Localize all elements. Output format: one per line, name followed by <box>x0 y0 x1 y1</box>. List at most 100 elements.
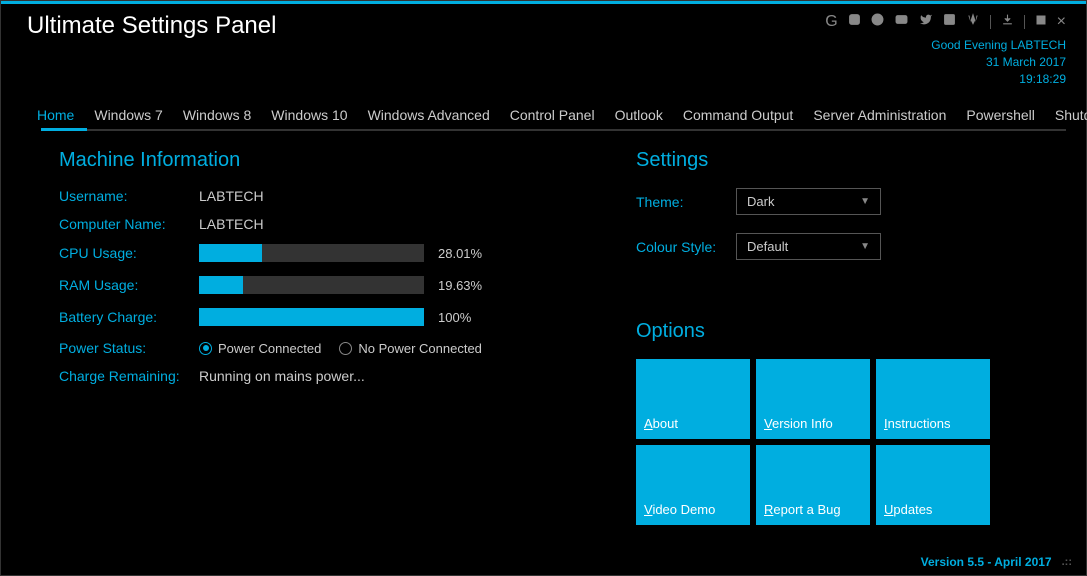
instagram-icon[interactable] <box>848 13 861 31</box>
ram-row: RAM Usage: 19.63% <box>59 276 596 294</box>
ram-fill <box>199 276 243 294</box>
tile-version-info[interactable]: Version Info <box>756 359 870 439</box>
tab-windows10[interactable]: Windows 10 <box>261 101 357 129</box>
options-title: Options <box>636 320 1056 343</box>
battery-bar <box>199 308 424 326</box>
tile-updates[interactable]: Updates <box>876 445 990 525</box>
power-label: Power Status: <box>59 340 199 356</box>
app-title: Ultimate Settings Panel <box>27 12 276 87</box>
radio-no-power[interactable]: No Power Connected <box>339 341 482 356</box>
charge-label: Charge Remaining: <box>59 368 199 384</box>
cpu-fill <box>199 244 262 262</box>
ram-bar <box>199 276 424 294</box>
resize-grip-icon[interactable]: .:: <box>1062 556 1072 568</box>
theme-dropdown[interactable]: Dark ▼ <box>736 188 881 215</box>
footer: Version 5.5 - April 2017 .:: <box>921 555 1072 569</box>
battery-label: Battery Charge: <box>59 309 199 325</box>
theme-label: Theme: <box>636 194 736 210</box>
tiles-grid: About Version Info Instructions Video De… <box>636 359 1056 525</box>
tab-rail <box>87 129 1066 131</box>
greeting-block: Good Evening LABTECH 31 March 2017 19:18… <box>931 37 1066 87</box>
tile-label: Instructions <box>884 416 951 431</box>
radio-circle-checked <box>199 342 212 355</box>
tile-video-demo[interactable]: Video Demo <box>636 445 750 525</box>
radio-label: No Power Connected <box>358 341 482 356</box>
active-tab-indicator <box>41 128 87 131</box>
date-text: 31 March 2017 <box>931 54 1066 71</box>
greeting-text: Good Evening LABTECH <box>931 37 1066 54</box>
tab-powershell[interactable]: Powershell <box>956 101 1044 129</box>
username-row: Username: LABTECH <box>59 188 596 204</box>
tab-windows8[interactable]: Windows 8 <box>173 101 261 129</box>
power-radio-group: Power Connected No Power Connected <box>199 341 482 356</box>
battery-pct: 100% <box>438 310 471 325</box>
header: Ultimate Settings Panel G × Good Evening… <box>1 4 1086 87</box>
colour-label: Colour Style: <box>636 239 736 255</box>
header-right: G × Good Evening LABTECH 31 March 2017 1… <box>825 12 1066 87</box>
youtube-icon[interactable] <box>894 13 909 31</box>
theme-row: Theme: Dark ▼ <box>636 188 1056 215</box>
tile-about[interactable]: About <box>636 359 750 439</box>
radio-power-connected[interactable]: Power Connected <box>199 341 321 356</box>
tab-control-panel[interactable]: Control Panel <box>500 101 605 129</box>
power-row: Power Status: Power Connected No Power C… <box>59 340 596 356</box>
ram-label: RAM Usage: <box>59 277 199 293</box>
tab-windows-advanced[interactable]: Windows Advanced <box>358 101 500 129</box>
tile-label: Report a Bug <box>764 502 841 517</box>
pinterest-icon[interactable] <box>871 13 884 31</box>
tile-instructions[interactable]: Instructions <box>876 359 990 439</box>
close-icon[interactable]: × <box>1057 13 1066 31</box>
computer-value: LABTECH <box>199 216 264 232</box>
tile-report-bug[interactable]: Report a Bug <box>756 445 870 525</box>
computer-row: Computer Name: LABTECH <box>59 216 596 232</box>
tab-bar: Home Windows 7 Windows 8 Windows 10 Wind… <box>27 101 1066 129</box>
settings-title: Settings <box>636 149 1056 172</box>
cpu-label: CPU Usage: <box>59 245 199 261</box>
divider <box>1024 15 1025 29</box>
tile-label: Video Demo <box>644 502 715 517</box>
version-text: Version 5.5 - April 2017 <box>921 555 1052 569</box>
username-value: LABTECH <box>199 188 264 204</box>
maximize-icon[interactable] <box>1035 13 1047 31</box>
colour-value: Default <box>747 239 788 254</box>
social-bar: G × <box>825 12 1066 31</box>
radio-circle <box>339 342 352 355</box>
tab-shutdown[interactable]: Shutdown O <box>1045 101 1087 129</box>
cpu-bar <box>199 244 424 262</box>
tab-server-admin[interactable]: Server Administration <box>803 101 956 129</box>
google-icon[interactable]: G <box>825 13 837 31</box>
wordpress-icon[interactable] <box>966 12 980 31</box>
tab-windows7[interactable]: Windows 7 <box>84 101 172 129</box>
ram-pct: 19.63% <box>438 278 482 293</box>
tile-label: Version Info <box>764 416 833 431</box>
app-window: Ultimate Settings Panel G × Good Evening… <box>0 0 1087 576</box>
divider <box>990 15 991 29</box>
cpu-pct: 28.01% <box>438 246 482 261</box>
chevron-down-icon: ▼ <box>860 196 870 207</box>
tile-label: Updates <box>884 502 932 517</box>
tab-home[interactable]: Home <box>27 101 84 129</box>
twitter-icon[interactable] <box>919 13 933 31</box>
tab-outlook[interactable]: Outlook <box>605 101 673 129</box>
theme-value: Dark <box>747 194 774 209</box>
chevron-down-icon: ▼ <box>860 241 870 252</box>
radio-dot <box>203 345 209 351</box>
username-label: Username: <box>59 188 199 204</box>
charge-row: Charge Remaining: Running on mains power… <box>59 368 596 384</box>
colour-dropdown[interactable]: Default ▼ <box>736 233 881 260</box>
download-icon[interactable] <box>1001 13 1014 31</box>
tile-label: About <box>644 416 678 431</box>
tab-command-output[interactable]: Command Output <box>673 101 804 129</box>
battery-row: Battery Charge: 100% <box>59 308 596 326</box>
radio-label: Power Connected <box>218 341 321 356</box>
cpu-row: CPU Usage: 28.01% <box>59 244 596 262</box>
time-text: 19:18:29 <box>931 71 1066 88</box>
right-panel: Settings Theme: Dark ▼ Colour Style: Def… <box>636 149 1056 525</box>
facebook-icon[interactable] <box>943 13 956 31</box>
left-panel: Machine Information Username: LABTECH Co… <box>59 149 596 525</box>
battery-fill <box>199 308 424 326</box>
charge-value: Running on mains power... <box>199 368 365 384</box>
content-area: Machine Information Username: LABTECH Co… <box>1 129 1086 525</box>
options-section: Options About Version Info Instructions … <box>636 320 1056 525</box>
machine-info-title: Machine Information <box>59 149 596 172</box>
